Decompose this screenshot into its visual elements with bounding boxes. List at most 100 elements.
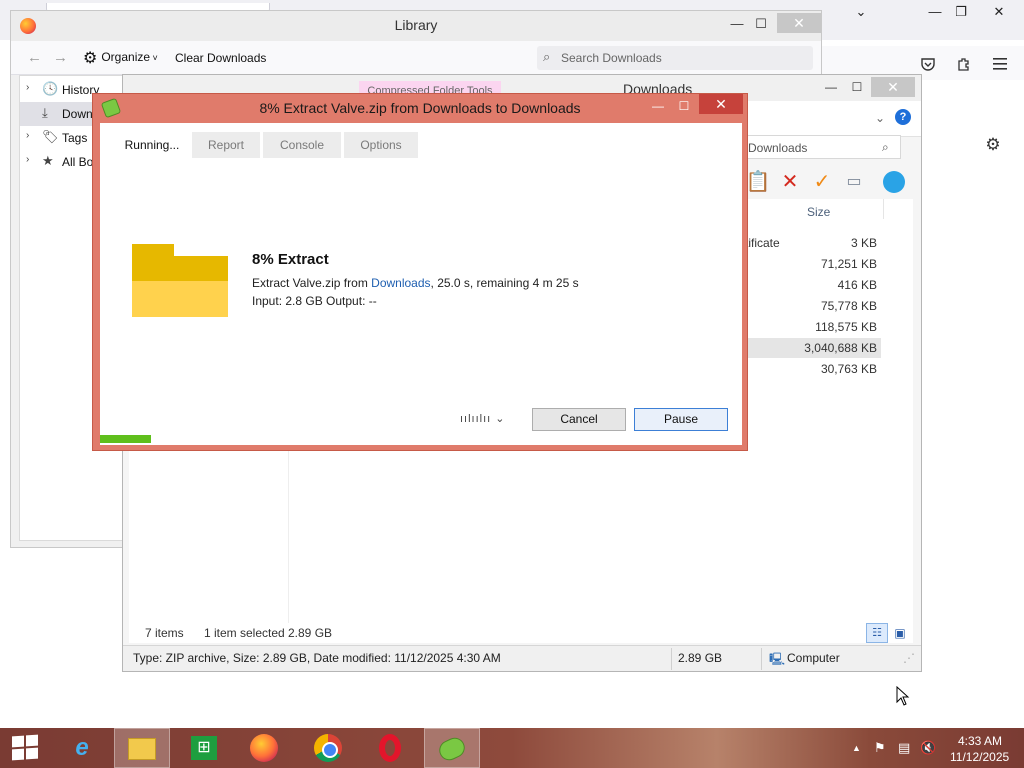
settings-gear-icon[interactable]: ⚙ bbox=[982, 134, 1004, 156]
tab-console[interactable]: Console bbox=[263, 132, 341, 158]
file-size: 416 KB bbox=[837, 278, 877, 292]
properties-icon[interactable]: ▭ bbox=[841, 169, 867, 195]
status-size: 2.89 GB bbox=[678, 651, 723, 665]
status-divider bbox=[671, 648, 672, 670]
file-size: 3,040,688 KB bbox=[804, 341, 877, 355]
library-maximize-button[interactable]: ☐ bbox=[747, 13, 775, 35]
expand-arrow-icon[interactable]: › bbox=[26, 130, 29, 141]
organize-button[interactable]: ⚙ Organize ˅ bbox=[83, 48, 158, 68]
peazip-progress-window: 8% Extract Valve.zip from Downloads to D… bbox=[92, 93, 748, 451]
checkmark-icon[interactable]: ✓ bbox=[809, 169, 835, 195]
back-arrow-icon[interactable]: ← bbox=[27, 49, 42, 66]
status-location: Computer bbox=[787, 651, 840, 665]
tab-list-chevron-icon[interactable]: ⌄ bbox=[846, 2, 876, 22]
help-icon[interactable]: ? bbox=[895, 109, 911, 125]
clock-date[interactable]: 11/12/2025 bbox=[950, 750, 1009, 764]
priority-dropdown[interactable]: ıılıılıı ⌄ bbox=[460, 412, 506, 425]
delete-x-icon[interactable]: ✕ bbox=[777, 169, 803, 195]
column-header-size[interactable]: Size bbox=[807, 205, 830, 219]
chrome-icon[interactable] bbox=[300, 728, 356, 768]
opera-icon[interactable] bbox=[362, 728, 418, 768]
peazip-minimize-button[interactable]: — bbox=[645, 96, 671, 116]
peazip-close-button[interactable]: ✕ bbox=[699, 94, 743, 114]
selection-size: 2.89 GB bbox=[288, 626, 333, 640]
file-size: 3 KB bbox=[850, 236, 877, 250]
status-details: Type: ZIP archive, Size: 2.89 GB, Date m… bbox=[133, 651, 501, 665]
organize-label: Organize bbox=[101, 50, 151, 64]
firefox-close-button[interactable]: ✕ bbox=[984, 2, 1014, 22]
library-toolbar: ← → ⚙ Organize ˅ Clear Downloads ⌕ Search… bbox=[11, 41, 821, 75]
history-clock-icon: 🕓 bbox=[42, 81, 59, 96]
explorer-search-input[interactable]: Downloads ⌕ bbox=[743, 135, 901, 159]
computer-icon: 🖳 bbox=[769, 652, 786, 666]
folder-icon-notch bbox=[174, 244, 228, 256]
peazip-titlebar: 8% Extract Valve.zip from Downloads to D… bbox=[93, 94, 747, 122]
extensions-icon[interactable] bbox=[952, 52, 976, 76]
firefox-logo-icon bbox=[20, 18, 36, 34]
forward-arrow-icon[interactable]: → bbox=[53, 49, 68, 66]
store-icon[interactable]: ⊞ bbox=[176, 728, 232, 768]
tab-options[interactable]: Options bbox=[344, 132, 418, 158]
table-row[interactable]: 416 KB bbox=[745, 275, 881, 295]
file-size: 71,251 KB bbox=[820, 257, 877, 271]
file-explorer-icon[interactable] bbox=[114, 728, 170, 768]
status-divider bbox=[761, 648, 762, 670]
table-row[interactable]: 30,763 KB bbox=[745, 359, 881, 379]
file-size: 30,763 KB bbox=[820, 362, 877, 376]
tab-report[interactable]: Report bbox=[192, 132, 260, 158]
explorer-close-button[interactable]: ✕ bbox=[871, 77, 915, 97]
chevron-down-icon[interactable]: ⌄ bbox=[875, 111, 885, 125]
star-icon: ★ bbox=[42, 153, 54, 168]
tree-item-label: Down bbox=[62, 107, 93, 121]
internet-explorer-icon[interactable]: e bbox=[54, 728, 110, 768]
pause-button[interactable]: Pause bbox=[634, 408, 728, 431]
pocket-icon[interactable] bbox=[916, 52, 940, 76]
mouse-cursor-icon bbox=[896, 686, 910, 706]
operation-title: 8% Extract bbox=[252, 251, 329, 268]
cancel-button[interactable]: Cancel bbox=[532, 408, 626, 431]
table-row[interactable]: 118,575 KB bbox=[745, 317, 881, 337]
selection-count: 1 item selected bbox=[204, 626, 285, 640]
show-hidden-icons-chevron-icon[interactable]: ▲ bbox=[852, 743, 861, 753]
details-suffix: , 25.0 s, remaining 4 m 25 s bbox=[430, 276, 579, 290]
column-divider[interactable] bbox=[883, 199, 884, 219]
library-close-button[interactable]: ✕ bbox=[777, 13, 821, 33]
explorer-toolbar: 📋 ✕ ✓ ▭ bbox=[723, 165, 921, 199]
peazip-taskbar-icon[interactable] bbox=[424, 728, 480, 768]
table-row[interactable]: 71,251 KB bbox=[745, 254, 881, 274]
gear-icon: ⚙ bbox=[83, 50, 98, 67]
clipboard-icon[interactable]: 📋 bbox=[745, 169, 771, 195]
table-row-selected[interactable]: 3,040,688 KB bbox=[745, 338, 881, 358]
table-row[interactable]: 3 KB bbox=[745, 233, 881, 253]
volume-muted-icon[interactable]: 🔇 bbox=[920, 740, 936, 756]
clear-downloads-button[interactable]: Clear Downloads bbox=[175, 51, 266, 65]
menu-icon[interactable] bbox=[988, 52, 1012, 76]
folder-icon-front bbox=[132, 281, 228, 317]
explorer-minimize-button[interactable]: — bbox=[817, 77, 845, 97]
explorer-maximize-button[interactable]: ☐ bbox=[843, 77, 871, 97]
large-icons-view-icon[interactable]: ▣ bbox=[889, 623, 911, 643]
tree-item-label: All Bo bbox=[62, 155, 94, 169]
resize-grip-icon[interactable]: ⋰ bbox=[903, 651, 915, 665]
expand-arrow-icon[interactable]: › bbox=[26, 82, 29, 93]
tab-running[interactable]: Running... bbox=[108, 132, 196, 158]
search-icon: ⌕ bbox=[543, 49, 551, 64]
peazip-maximize-button[interactable]: ☐ bbox=[671, 96, 697, 116]
clock-time[interactable]: 4:33 AM bbox=[958, 734, 1002, 748]
firefox-restore-button[interactable]: ❐ bbox=[946, 2, 976, 22]
taskbar: e ⊞ ▲ ⚑ ▤ 🔇 4:33 AM 11/12/2025 bbox=[0, 728, 1024, 768]
details-view-icon[interactable]: ☷ bbox=[866, 623, 888, 643]
downloads-link[interactable]: Downloads bbox=[371, 276, 430, 290]
table-row[interactable]: 75,778 KB bbox=[745, 296, 881, 316]
operation-details: Extract Valve.zip from Downloads, 25.0 s… bbox=[252, 276, 579, 290]
library-titlebar: Library — ☐ ✕ bbox=[11, 11, 821, 41]
explorer-footer: 7 items 1 item selected 2.89 GB ☷ ▣ bbox=[129, 623, 913, 643]
windows-start-button[interactable] bbox=[12, 734, 38, 761]
action-center-flag-icon[interactable]: ⚑ bbox=[874, 740, 886, 756]
globe-icon[interactable] bbox=[881, 169, 907, 195]
expand-arrow-icon[interactable]: › bbox=[26, 154, 29, 165]
search-icon: ⌕ bbox=[882, 140, 889, 154]
firefox-icon[interactable] bbox=[236, 728, 292, 768]
search-downloads-input[interactable]: ⌕ Search Downloads bbox=[537, 46, 813, 70]
network-icon[interactable]: ▤ bbox=[898, 740, 910, 756]
